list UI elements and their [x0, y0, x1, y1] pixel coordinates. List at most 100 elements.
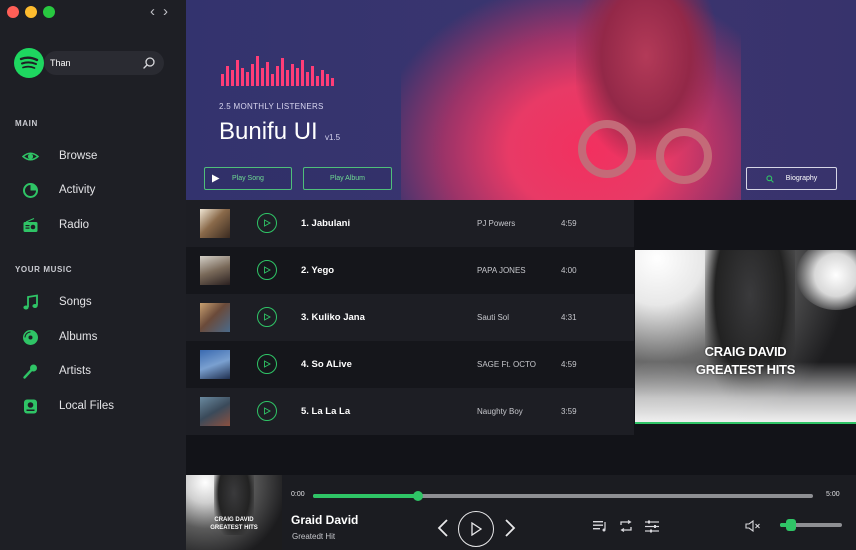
table-row[interactable]: 4. So ALive SAGE Ft. OCTO 4:59	[186, 341, 634, 388]
sidebar-item-label: Albums	[59, 331, 98, 343]
headphone-icon	[578, 120, 636, 178]
track-thumbnail	[200, 256, 230, 285]
version-label: v1.5	[325, 133, 341, 142]
seek-handle[interactable]	[413, 491, 423, 501]
equalizer-icon	[221, 54, 334, 86]
track-artist: Sauti Sol	[477, 313, 510, 322]
chevron-left-icon	[437, 519, 448, 537]
time-current: 0:00	[291, 491, 305, 498]
seek-progress	[313, 494, 418, 498]
track-duration: 3:59	[561, 407, 577, 416]
search-icon[interactable]	[142, 56, 156, 70]
close-window-button[interactable]	[7, 6, 19, 18]
biography-label: Biography	[785, 175, 818, 182]
play-icon	[264, 219, 271, 227]
section-title-main: MAIN	[15, 119, 38, 128]
search-box	[44, 51, 164, 75]
seek-bar[interactable]	[313, 491, 813, 501]
track-thumbnail	[200, 350, 230, 379]
sidebar-item-label: Local Files	[59, 400, 114, 412]
repeat-button[interactable]	[618, 518, 634, 534]
play-icon	[264, 360, 271, 368]
track-title: 1. Jabulani	[301, 218, 351, 229]
track-title: 4. So ALive	[301, 359, 352, 370]
radio-icon	[22, 217, 39, 234]
sidebar-item-activity[interactable]: Activity	[22, 178, 95, 202]
play-icon	[264, 266, 271, 274]
speaker-mute-icon	[745, 520, 760, 532]
chevron-right-icon	[505, 519, 516, 537]
table-row[interactable]: 5. La La La Naughty Boy 3:59	[186, 388, 634, 435]
sidebar-item-label: Artists	[59, 365, 91, 377]
track-duration: 4:59	[561, 219, 577, 228]
play-song-button[interactable]: Play Song	[204, 167, 292, 190]
spotify-logo-icon	[14, 48, 44, 78]
search-input[interactable]	[50, 58, 142, 68]
table-row[interactable]: 1. Jabulani PJ Powers 4:59	[186, 200, 634, 247]
table-row[interactable]: 3. Kuliko Jana Sauti Sol 4:31	[186, 294, 634, 341]
mute-button[interactable]	[744, 518, 762, 534]
next-button[interactable]	[502, 517, 518, 539]
album-cover-line1: CRAIG DAVID	[704, 344, 787, 359]
volume-slider[interactable]	[780, 519, 842, 531]
playlist-button[interactable]	[592, 518, 608, 534]
repeat-icon	[620, 520, 632, 532]
play-album-label: Play Album	[329, 175, 366, 182]
disc-icon	[22, 329, 39, 346]
music-note-icon	[22, 293, 39, 311]
play-button[interactable]	[458, 511, 494, 547]
sliders-icon	[645, 520, 659, 532]
play-album-button[interactable]: Play Album	[303, 167, 392, 190]
section-title-your-music: YOUR MUSIC	[15, 265, 73, 274]
table-row[interactable]: 2. Yego PAPA JONES 4:00	[186, 247, 634, 294]
track-thumbnail	[200, 303, 230, 332]
forward-arrow-icon[interactable]: ›	[163, 3, 168, 20]
volume-handle[interactable]	[785, 519, 796, 531]
play-track-button[interactable]	[257, 307, 277, 327]
artist-hero: 2.5 MONTHLY LISTENERS Bunifu UI v1.5 Pla…	[186, 0, 856, 200]
track-title: 3. Kuliko Jana	[301, 312, 365, 323]
now-playing-title: Graid David	[291, 513, 359, 527]
track-list: 1. Jabulani PJ Powers 4:59 2. Yego PAPA …	[186, 200, 634, 435]
cover-line1: CRAIG DAVID	[214, 517, 254, 523]
equalizer-settings-button[interactable]	[644, 518, 660, 534]
search-icon	[766, 174, 774, 183]
sidebar-item-label: Activity	[59, 184, 96, 196]
sidebar-item-local-files[interactable]: Local Files	[22, 394, 114, 418]
sidebar-item-artists[interactable]: Artists	[22, 359, 91, 383]
biography-button[interactable]: Biography	[746, 167, 837, 190]
track-thumbnail	[200, 397, 230, 426]
play-track-button[interactable]	[257, 354, 277, 374]
now-playing-album: Greatedt Hit	[292, 532, 336, 541]
sidebar-item-label: Songs	[59, 296, 92, 308]
album-glow	[796, 250, 856, 310]
track-title: 5. La La La	[301, 406, 351, 417]
play-song-label: Play Song	[232, 175, 264, 182]
sidebar-item-radio[interactable]: Radio	[22, 213, 89, 237]
play-icon	[264, 407, 271, 415]
track-artist: SAGE Ft. OCTO	[477, 360, 536, 369]
maximize-window-button[interactable]	[43, 6, 55, 18]
minimize-window-button[interactable]	[25, 6, 37, 18]
microphone-icon	[22, 363, 39, 380]
play-track-button[interactable]	[257, 213, 277, 233]
pie-chart-icon	[22, 182, 39, 199]
play-track-button[interactable]	[257, 260, 277, 280]
track-artist: PJ Powers	[477, 219, 516, 228]
previous-button[interactable]	[435, 517, 451, 539]
local-files-icon	[22, 398, 39, 415]
sidebar-item-browse[interactable]: Browse	[22, 144, 97, 168]
back-arrow-icon[interactable]: ‹	[150, 3, 155, 20]
sidebar-item-albums[interactable]: Albums	[22, 325, 97, 349]
time-total: 5:00	[826, 491, 840, 498]
track-artist: PAPA JONES	[477, 266, 526, 275]
sidebar-item-songs[interactable]: Songs	[22, 290, 92, 314]
player-bar: CRAIG DAVID GREATEST HITS Graid David Gr…	[186, 475, 856, 550]
play-track-button[interactable]	[257, 401, 277, 421]
track-duration: 4:00	[561, 266, 577, 275]
album-cover: CRAIG DAVID GREATEST HITS	[635, 250, 856, 424]
album-cover-line2: GREATEST HITS	[695, 362, 796, 377]
play-icon	[212, 174, 220, 183]
track-duration: 4:31	[561, 313, 577, 322]
play-icon	[264, 313, 271, 321]
